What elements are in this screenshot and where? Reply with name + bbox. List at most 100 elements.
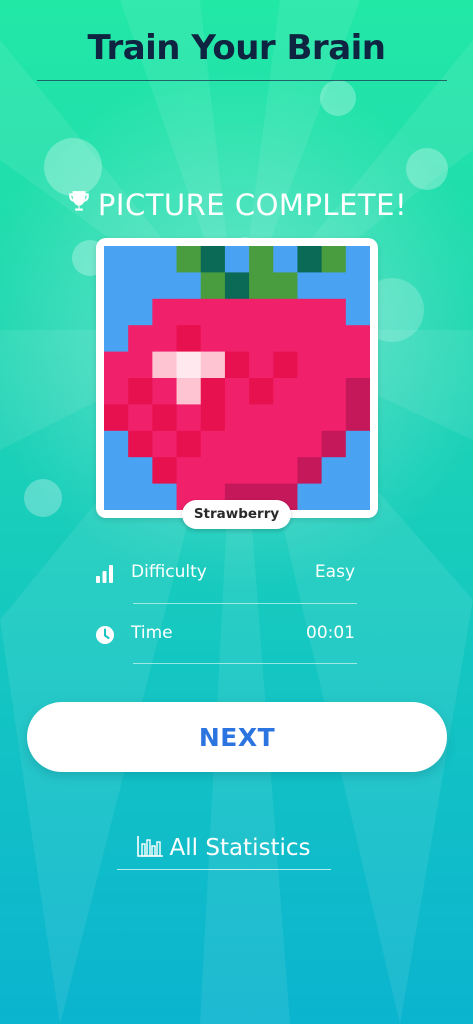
picture-pixel (297, 246, 323, 273)
picture-pixel (200, 298, 226, 326)
picture-pixel (176, 351, 202, 379)
picture-pixel (345, 298, 371, 326)
picture-pixel (176, 404, 202, 432)
picture-pixel (321, 246, 347, 273)
picture-pixel (345, 325, 371, 353)
bar-chart-icon (136, 836, 163, 857)
picture-pixel (224, 325, 250, 353)
picture-pixel (321, 404, 347, 432)
picture-pixel (200, 246, 226, 273)
picture-pixel (297, 404, 323, 432)
picture-pixel (321, 378, 347, 405)
trophy-icon (69, 191, 89, 211)
picture-pixel (345, 272, 371, 300)
picture-pixel (128, 430, 153, 458)
time-label: Time (131, 623, 173, 643)
picture-pixel (321, 272, 347, 300)
next-button[interactable]: NEXT (27, 702, 447, 772)
completion-heading-text: PICTURE COMPLETE! (97, 188, 408, 222)
picture-pixel (345, 404, 371, 432)
picture-pixel (249, 457, 274, 485)
picture-pixel (176, 457, 202, 485)
picture-pixel (176, 272, 202, 300)
picture-pixel (249, 325, 274, 353)
picture-pixel (152, 325, 178, 353)
picture-pixel (224, 378, 250, 405)
picture-pixel (249, 404, 274, 432)
picture-pixel (152, 378, 178, 405)
decorative-bubble (320, 80, 356, 116)
clock-icon (96, 626, 114, 644)
all-statistics-underline (117, 869, 331, 870)
time-row: Time 00:01 (93, 620, 357, 650)
picture-pixel (297, 325, 323, 353)
picture-name-badge: Strawberry (182, 500, 291, 529)
picture-pixel (128, 325, 153, 353)
picture-pixel (128, 483, 153, 511)
stats-divider (133, 603, 357, 604)
picture-pixel (321, 298, 347, 326)
picture-pixel (200, 325, 226, 353)
picture-pixel (249, 351, 274, 379)
picture-pixel (345, 457, 371, 485)
picture-pixel (104, 246, 129, 273)
picture-pixel (297, 430, 323, 458)
picture-pixel (104, 298, 129, 326)
picture-pixel (200, 430, 226, 458)
picture-pixel (128, 457, 153, 485)
picture-pixel (104, 378, 129, 405)
picture-pixel (224, 246, 250, 273)
picture-pixel (321, 483, 347, 511)
picture-pixel (297, 457, 323, 485)
picture-pixel (104, 483, 129, 511)
picture-pixel (104, 351, 129, 379)
picture-pixel (200, 378, 226, 405)
decorative-bubble (406, 148, 448, 190)
picture-pixel (128, 246, 153, 273)
picture-pixel (128, 272, 153, 300)
picture-pixel (128, 298, 153, 326)
picture-pixel (152, 298, 178, 326)
title-divider (37, 80, 447, 81)
picture-pixel (176, 325, 202, 353)
picture-pixel (273, 378, 299, 405)
picture-pixel (273, 404, 299, 432)
picture-pixel (273, 272, 299, 300)
picture-pixel (273, 457, 299, 485)
picture-pixel (104, 272, 129, 300)
picture-pixel (297, 272, 323, 300)
picture-pixel (345, 351, 371, 379)
decorative-bubble (24, 479, 62, 517)
picture-pixel (224, 430, 250, 458)
picture-pixel (152, 457, 178, 485)
picture-pixel (224, 404, 250, 432)
all-statistics-link[interactable]: All Statistics (116, 834, 330, 870)
picture-pixel (297, 351, 323, 379)
difficulty-row: Difficulty Easy (93, 559, 357, 589)
picture-pixel (104, 457, 129, 485)
picture-pixel (273, 246, 299, 273)
all-statistics-label: All Statistics (169, 835, 311, 861)
stats-divider (133, 663, 357, 664)
picture-pixel (200, 351, 226, 379)
picture-pixel (104, 325, 129, 353)
picture-pixel (224, 272, 250, 300)
picture-pixel (200, 272, 226, 300)
picture-pixel (200, 457, 226, 485)
picture-pixel (152, 483, 178, 511)
picture-pixel (176, 298, 202, 326)
picture-pixel (273, 351, 299, 379)
picture-pixel (249, 378, 274, 405)
picture-pixel (249, 246, 274, 273)
signal-bars-icon (96, 565, 113, 583)
picture-pixel (128, 378, 153, 405)
picture-pixel (321, 430, 347, 458)
picture-pixel (104, 404, 129, 432)
picture-pixel (152, 404, 178, 432)
picture-pixel (224, 457, 250, 485)
picture-pixel (104, 430, 129, 458)
picture-pixel (176, 246, 202, 273)
picture-pixel (200, 404, 226, 432)
picture-pixel (249, 298, 274, 326)
picture-pixel (273, 430, 299, 458)
